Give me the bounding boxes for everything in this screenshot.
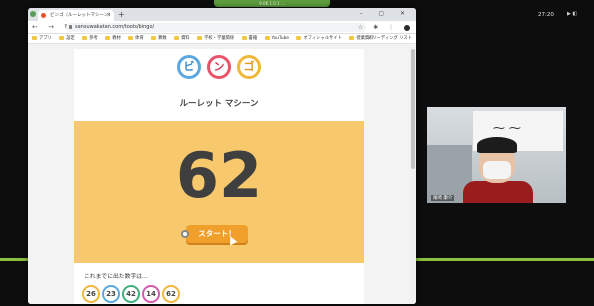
screen-share-notice[interactable]: 9.0K 1.0.1 ... xyxy=(214,0,330,7)
bookmark-item[interactable]: オフィシャルサイト xyxy=(296,34,342,43)
browser-window: ビンゴ（ルーレットマシーン） × + – ▢ ✕ ← → ↻ ⌂ sansuwa… xyxy=(28,8,416,304)
folder-icon xyxy=(82,35,88,40)
url-text: sansuwakatan.com/tools/bingo/ xyxy=(75,24,155,30)
bookmark-item[interactable]: 参考 xyxy=(82,34,98,43)
bookmark-item[interactable]: アプリ xyxy=(32,34,52,43)
drawn-number: 26 xyxy=(82,285,100,303)
scrollbar[interactable] xyxy=(410,45,416,304)
bookmark-item[interactable]: 学校・学童関係 xyxy=(197,34,234,43)
folder-icon xyxy=(59,35,65,40)
folder-icon xyxy=(151,35,157,40)
drawn-numbers: 26 23 42 14 62 xyxy=(82,281,182,303)
radio-icon xyxy=(181,230,189,238)
address-bar[interactable]: sansuwakatan.com/tools/bingo/ xyxy=(66,23,366,32)
bingo-logo: ビンゴ xyxy=(74,55,364,85)
drawn-number: 62 xyxy=(162,285,180,303)
logo-ball-bi: ビ xyxy=(177,55,201,79)
meeting-side-icons[interactable]: ▶ ◧ xyxy=(567,11,577,17)
folder-icon xyxy=(105,35,111,40)
history-label: これまでに出た数字は… xyxy=(84,274,148,280)
bookmarks-bar: アプリ 設定 参考 教材 体育 算数 資料 学校・学童関係 書籍 YouTube… xyxy=(28,34,416,44)
person-body xyxy=(463,181,533,203)
lock-icon xyxy=(69,25,72,29)
favicon-icon xyxy=(41,13,46,18)
logo-ball-n: ン xyxy=(207,55,231,79)
folder-icon xyxy=(128,35,134,40)
folder-icon xyxy=(296,35,302,40)
drawn-number: 14 xyxy=(142,285,160,303)
folder-icon xyxy=(264,35,270,40)
participant-video[interactable]: ⁓ ⁓ 尾崎 康介 xyxy=(427,107,566,203)
person-hair xyxy=(477,137,517,153)
bookmark-item[interactable]: 教材 xyxy=(105,34,121,43)
participant-name: 尾崎 康介 xyxy=(431,195,455,201)
bookmark-item[interactable]: 体育 xyxy=(128,34,144,43)
bookmark-item[interactable]: 資料 xyxy=(174,34,190,43)
page-viewport: ビンゴ ルーレット マシーン 62 スタート！ これまでに出た数字は… 26 23… xyxy=(28,45,416,304)
tab-strip: ビンゴ（ルーレットマシーン） × + – ▢ ✕ xyxy=(28,8,416,21)
browser-toolbar: ← → ↻ ⌂ sansuwakatan.com/tools/bingo/ ☆ … xyxy=(28,21,416,34)
folder-icon xyxy=(241,35,247,40)
toolbar-icons[interactable]: ☆ ✱ ⋮ xyxy=(358,21,410,34)
tab-title: ビンゴ（ルーレットマシーン） xyxy=(50,13,113,18)
start-button[interactable]: スタート！ xyxy=(181,225,248,243)
logo-ball-go: ゴ xyxy=(237,55,261,79)
window-controls[interactable]: – ▢ ✕ xyxy=(359,8,412,19)
profile-avatar-icon[interactable] xyxy=(404,24,410,31)
page-subtitle: ルーレット マシーン xyxy=(179,99,259,109)
bookmark-item[interactable]: 算数 xyxy=(151,34,167,43)
bingo-card: ビンゴ ルーレット マシーン 62 スタート！ これまでに出た数字は… 26 23… xyxy=(74,49,364,304)
bookmarks-overflow[interactable]: » リーディング リスト xyxy=(368,34,412,43)
folder-icon xyxy=(349,35,355,40)
paper-scribble: ⁓ ⁓ xyxy=(493,121,521,135)
new-tab-button[interactable]: + xyxy=(118,9,125,20)
number-panel: 62 スタート！ xyxy=(74,121,364,263)
meeting-timer: 27:20 xyxy=(538,12,554,18)
current-number: 62 xyxy=(175,139,263,212)
bookmark-item[interactable]: 設定 xyxy=(59,34,75,43)
folder-icon xyxy=(197,35,203,40)
face-mask xyxy=(483,161,511,179)
folder-icon xyxy=(174,35,180,40)
toolbar-icons-text[interactable]: ☆ ✱ ⋮ xyxy=(358,24,398,31)
folder-icon xyxy=(32,35,37,40)
drawn-number: 42 xyxy=(122,285,140,303)
tab-bingo[interactable]: ビンゴ（ルーレットマシーン） × xyxy=(38,10,114,21)
scroll-thumb[interactable] xyxy=(411,49,415,169)
screen: 9.0K 1.0.1 ... 27:20 ▶ ◧ ビンゴ（ルーレットマシーン） … xyxy=(0,0,594,306)
bookmark-item[interactable]: YouTube xyxy=(264,34,289,43)
bookmark-item[interactable]: 書籍 xyxy=(241,34,257,43)
drawn-number: 23 xyxy=(102,285,120,303)
app-icon xyxy=(30,11,36,17)
tab-close-icon[interactable]: × xyxy=(107,10,111,21)
